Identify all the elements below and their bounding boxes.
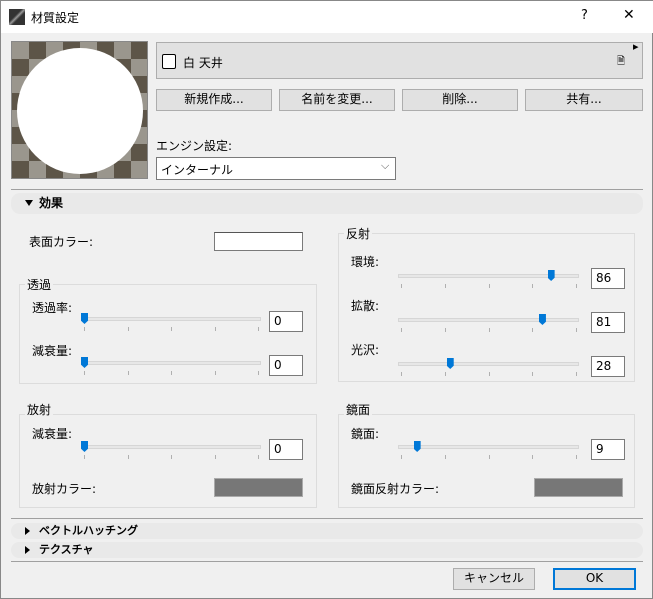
reflection-title: 反射 bbox=[344, 225, 373, 242]
app-icon bbox=[9, 9, 25, 25]
slider-tick bbox=[488, 455, 490, 459]
transparency-falloff-input[interactable]: 0 bbox=[269, 355, 303, 376]
material-color-swatch[interactable] bbox=[162, 54, 176, 69]
slider-tick bbox=[401, 284, 402, 288]
shine-input[interactable]: 28 bbox=[591, 356, 625, 377]
emission-color-label: 放射カラー: bbox=[32, 482, 97, 496]
transparency-falloff-slider[interactable] bbox=[81, 361, 261, 365]
specular-slider[interactable] bbox=[398, 445, 579, 449]
specular-color-label: 鏡面反射カラー: bbox=[351, 482, 440, 496]
slider-tick bbox=[532, 284, 534, 288]
slider-tick bbox=[127, 455, 129, 459]
slider-tick bbox=[214, 327, 216, 331]
shine-slider[interactable] bbox=[398, 362, 579, 366]
material-name-bar[interactable]: 白 天井 🗎 ▸ bbox=[156, 40, 643, 79]
section-texture[interactable]: テクスチャ bbox=[11, 542, 643, 558]
help-button[interactable]: ? bbox=[581, 8, 588, 23]
window-title: 材質設定 bbox=[31, 11, 80, 25]
slider-tick bbox=[444, 455, 446, 459]
slider-tick bbox=[488, 372, 490, 376]
emission-falloff-input[interactable]: 0 bbox=[269, 439, 303, 460]
slider-tick bbox=[532, 372, 534, 376]
delete-button[interactable]: 削除... bbox=[402, 89, 518, 111]
title-bar: 材質設定 ? ✕ bbox=[1, 1, 653, 33]
slider-tick bbox=[127, 371, 129, 375]
triangle-right-icon bbox=[25, 527, 30, 535]
slider-tick bbox=[258, 455, 259, 459]
emission-color-swatch[interactable] bbox=[214, 478, 303, 497]
slider-tick bbox=[84, 327, 85, 331]
emission-title: 放射 bbox=[25, 401, 54, 418]
engine-label: エンジン設定: bbox=[156, 139, 233, 153]
ok-button[interactable]: OK bbox=[553, 568, 636, 590]
emission-falloff-slider[interactable] bbox=[81, 445, 261, 449]
transparency-rate-slider[interactable] bbox=[81, 317, 261, 321]
triangle-right-icon bbox=[25, 546, 30, 554]
specular-label: 鏡面: bbox=[351, 427, 380, 441]
slider-tick bbox=[401, 455, 402, 459]
slider-tick bbox=[171, 327, 172, 331]
new-button[interactable]: 新規作成... bbox=[156, 89, 272, 111]
transparency-title: 透過 bbox=[25, 276, 54, 293]
slider-tick bbox=[258, 371, 259, 375]
ambient-label: 環境: bbox=[351, 255, 380, 269]
slider-tick bbox=[84, 371, 85, 375]
slider-tick bbox=[444, 284, 446, 288]
engine-select[interactable]: インターナル ⌵ bbox=[156, 157, 396, 180]
diffuse-slider[interactable] bbox=[398, 318, 579, 322]
specular-color-swatch[interactable] bbox=[534, 478, 623, 497]
transparency-falloff-label: 減衰量: bbox=[32, 344, 73, 358]
slider-tick bbox=[258, 327, 259, 331]
specular-title: 鏡面 bbox=[344, 401, 373, 418]
ambient-input[interactable]: 86 bbox=[591, 268, 625, 289]
triangle-down-icon bbox=[25, 200, 33, 206]
slider-tick bbox=[488, 328, 490, 332]
cancel-button[interactable]: キャンセル bbox=[453, 568, 535, 590]
material-name: 白 天井 bbox=[183, 56, 223, 70]
slider-tick bbox=[214, 371, 216, 375]
slider-tick bbox=[576, 372, 577, 376]
rename-button[interactable]: 名前を変更... bbox=[279, 89, 395, 111]
close-button[interactable]: ✕ bbox=[623, 7, 635, 23]
share-button[interactable]: 共有... bbox=[525, 89, 643, 111]
slider-tick bbox=[84, 455, 85, 459]
chevron-down-icon: ⌵ bbox=[381, 159, 390, 172]
slider-tick bbox=[576, 455, 577, 459]
slider-tick bbox=[171, 371, 172, 375]
slider-tick bbox=[576, 328, 577, 332]
slider-tick bbox=[127, 327, 129, 331]
transparency-rate-label: 透過率: bbox=[32, 301, 73, 315]
slider-tick bbox=[444, 372, 446, 376]
document-icon[interactable]: 🗎 bbox=[617, 54, 625, 71]
section-effects[interactable]: 効果 bbox=[11, 193, 643, 214]
slider-tick bbox=[576, 284, 577, 288]
diffuse-input[interactable]: 81 bbox=[591, 312, 625, 333]
slider-tick bbox=[401, 372, 402, 376]
menu-arrow-icon[interactable]: ▸ bbox=[633, 40, 639, 53]
specular-input[interactable]: 9 bbox=[591, 439, 625, 460]
slider-tick bbox=[171, 455, 172, 459]
slider-tick bbox=[444, 328, 446, 332]
diffuse-label: 拡散: bbox=[351, 299, 380, 313]
slider-tick bbox=[488, 284, 490, 288]
transparency-rate-input[interactable]: 0 bbox=[269, 311, 303, 332]
surface-color-label: 表面カラー: bbox=[29, 235, 94, 249]
slider-tick bbox=[401, 328, 402, 332]
shine-label: 光沢: bbox=[351, 343, 380, 357]
material-preview bbox=[11, 41, 148, 179]
slider-tick bbox=[532, 455, 534, 459]
slider-tick bbox=[214, 455, 216, 459]
section-vector-hatching[interactable]: ベクトルハッチング bbox=[11, 523, 643, 539]
slider-tick bbox=[532, 328, 534, 332]
surface-color-swatch[interactable] bbox=[214, 232, 303, 251]
emission-falloff-label: 減衰量: bbox=[32, 427, 73, 441]
